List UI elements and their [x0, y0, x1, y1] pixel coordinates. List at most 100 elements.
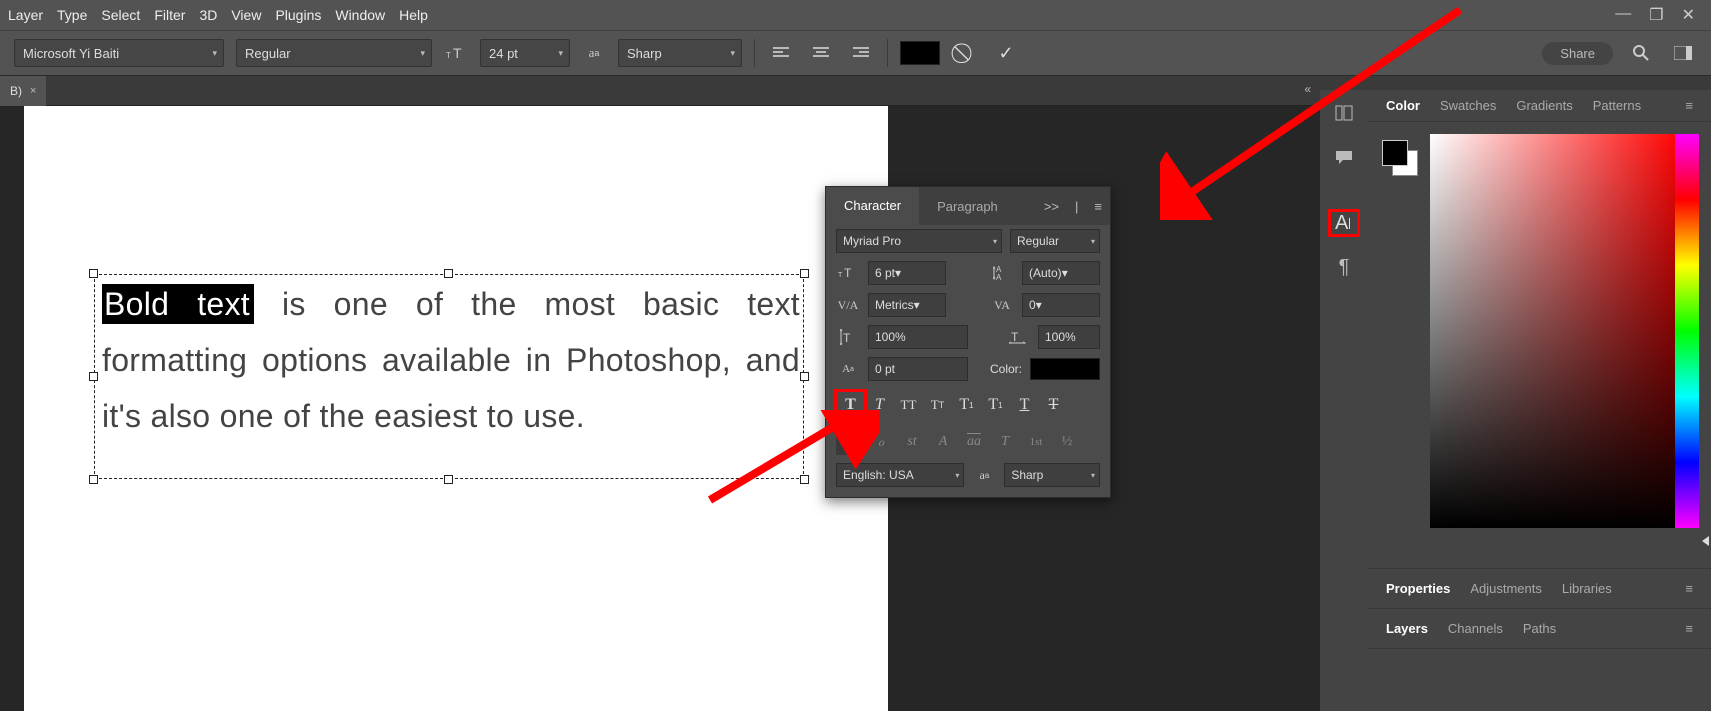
tab-character[interactable]: Character: [826, 187, 919, 225]
ot-ligatures-button[interactable]: fi: [836, 429, 864, 455]
foreground-color-swatch[interactable]: [1382, 140, 1408, 166]
collapse-icon[interactable]: >>: [1036, 199, 1067, 214]
ot-fractions-button[interactable]: ½: [1053, 429, 1081, 455]
workspace-switcher-icon[interactable]: [1669, 39, 1697, 67]
document-tab[interactable]: B) ×: [0, 76, 46, 106]
tab-libraries[interactable]: Libraries: [1562, 581, 1612, 596]
faux-bold-button[interactable]: T: [836, 391, 865, 419]
character-panel-icon[interactable]: A: [1331, 212, 1357, 234]
chevron-down-icon: [993, 237, 997, 246]
svg-text:A: A: [996, 273, 1002, 281]
tab-patterns[interactable]: Patterns: [1593, 98, 1641, 113]
strikethrough-button[interactable]: T: [1039, 391, 1068, 419]
hue-slider[interactable]: [1675, 134, 1699, 528]
cancel-icon[interactable]: ⃠: [952, 39, 980, 67]
panel-menu-icon[interactable]: ≡: [1685, 621, 1693, 636]
tab-properties[interactable]: Properties: [1386, 581, 1450, 596]
paragraph-panel-icon[interactable]: ¶: [1331, 256, 1357, 278]
char-kerning-input[interactable]: Metrics: [868, 293, 946, 317]
panel-menu-icon[interactable]: ≡: [1685, 581, 1693, 596]
text-bounding-box[interactable]: Bold text is one of the most basic text …: [94, 274, 804, 479]
menu-select[interactable]: Select: [101, 7, 140, 23]
divider: [754, 39, 755, 67]
small-caps-button[interactable]: TT: [923, 391, 952, 419]
search-icon[interactable]: [1627, 39, 1655, 67]
svg-text:T: T: [844, 266, 852, 280]
menu-type[interactable]: Type: [57, 7, 87, 23]
share-button[interactable]: Share: [1542, 42, 1613, 65]
char-tracking-input[interactable]: 0: [1022, 293, 1100, 317]
align-center-icon[interactable]: [807, 39, 835, 67]
resize-handle[interactable]: [89, 269, 98, 278]
text-color-swatch[interactable]: [900, 41, 940, 65]
char-language-dropdown[interactable]: English: USA: [836, 463, 964, 487]
chevron-down-icon: [730, 48, 735, 59]
tab-adjustments[interactable]: Adjustments: [1470, 581, 1542, 596]
chevron-down-icon: [955, 471, 959, 480]
char-font-size-input[interactable]: 6 pt: [868, 261, 946, 285]
anti-alias-value: Sharp: [627, 46, 662, 61]
menu-view[interactable]: View: [231, 7, 261, 23]
ot-ordinals-button[interactable]: 1st: [1022, 429, 1050, 455]
menu-filter[interactable]: Filter: [154, 7, 185, 23]
menu-layer[interactable]: Layer: [8, 7, 43, 23]
char-aa-dropdown[interactable]: Sharp: [1004, 463, 1100, 487]
tab-gradients[interactable]: Gradients: [1516, 98, 1572, 113]
tab-layers[interactable]: Layers: [1386, 621, 1428, 636]
commit-icon[interactable]: ✓: [992, 39, 1020, 67]
menu-plugins[interactable]: Plugins: [275, 7, 321, 23]
underline-button[interactable]: T: [1010, 391, 1039, 419]
faux-italic-button[interactable]: T: [865, 391, 894, 419]
text-content[interactable]: Bold text is one of the most basic text …: [102, 276, 800, 444]
resize-handle[interactable]: [800, 269, 809, 278]
menu-window[interactable]: Window: [335, 7, 385, 23]
tab-paths[interactable]: Paths: [1523, 621, 1556, 636]
font-family-dropdown[interactable]: Microsoft Yi Baiti: [14, 39, 224, 67]
resize-handle[interactable]: [800, 372, 809, 381]
comments-panel-icon[interactable]: [1331, 146, 1357, 168]
align-left-icon[interactable]: [767, 39, 795, 67]
maximize-icon[interactable]: ❐: [1649, 5, 1663, 25]
app-menubar: Layer Type Select Filter 3D View Plugins…: [0, 0, 1711, 30]
ot-discretionary-button[interactable]: st: [898, 429, 926, 455]
char-hscale-input[interactable]: 100%: [1038, 325, 1100, 349]
char-font-style-dropdown[interactable]: Regular: [1010, 229, 1100, 253]
close-tab-icon[interactable]: ×: [30, 85, 36, 97]
collapse-panels-icon[interactable]: «: [1304, 82, 1311, 96]
minimize-icon[interactable]: —: [1615, 5, 1631, 25]
char-vscale-input[interactable]: 100%: [868, 325, 968, 349]
tab-color[interactable]: Color: [1386, 98, 1420, 113]
resize-handle[interactable]: [800, 475, 809, 484]
ot-stylistic-button[interactable]: aa: [960, 429, 988, 455]
panel-menu-icon[interactable]: ≡: [1685, 98, 1693, 113]
ot-titling-button[interactable]: T: [991, 429, 1019, 455]
tab-swatches[interactable]: Swatches: [1440, 98, 1496, 113]
char-leading-input[interactable]: (Auto): [1022, 261, 1100, 285]
menu-3d[interactable]: 3D: [199, 7, 217, 23]
align-right-icon[interactable]: [847, 39, 875, 67]
tab-channels[interactable]: Channels: [1448, 621, 1503, 636]
resize-handle[interactable]: [444, 475, 453, 484]
resize-handle[interactable]: [89, 372, 98, 381]
font-style-dropdown[interactable]: Regular: [236, 39, 432, 67]
close-window-icon[interactable]: ✕: [1682, 5, 1695, 25]
fg-bg-swatches[interactable]: [1382, 140, 1418, 176]
chevron-down-icon: [895, 266, 901, 280]
history-panel-icon[interactable]: [1331, 102, 1357, 124]
resize-handle[interactable]: [89, 475, 98, 484]
subscript-button[interactable]: T1: [981, 391, 1010, 419]
tab-paragraph[interactable]: Paragraph: [919, 187, 1016, 225]
all-caps-button[interactable]: TT: [894, 391, 923, 419]
char-baseline-input[interactable]: 0 pt: [868, 357, 968, 381]
ot-swash-button[interactable]: A: [929, 429, 957, 455]
ot-contextual-button[interactable]: ℴ: [867, 429, 895, 455]
color-panel-tabs: Color Swatches Gradients Patterns ≡: [1368, 90, 1711, 122]
char-font-family-dropdown[interactable]: Myriad Pro: [836, 229, 1002, 253]
font-size-dropdown[interactable]: 24 pt: [480, 39, 570, 67]
panel-menu-icon[interactable]: ≡: [1086, 199, 1110, 214]
superscript-button[interactable]: T1: [952, 391, 981, 419]
menu-help[interactable]: Help: [399, 7, 428, 23]
char-color-swatch[interactable]: [1030, 358, 1100, 380]
color-picker-field[interactable]: [1430, 134, 1682, 528]
anti-alias-dropdown[interactable]: Sharp: [618, 39, 742, 67]
